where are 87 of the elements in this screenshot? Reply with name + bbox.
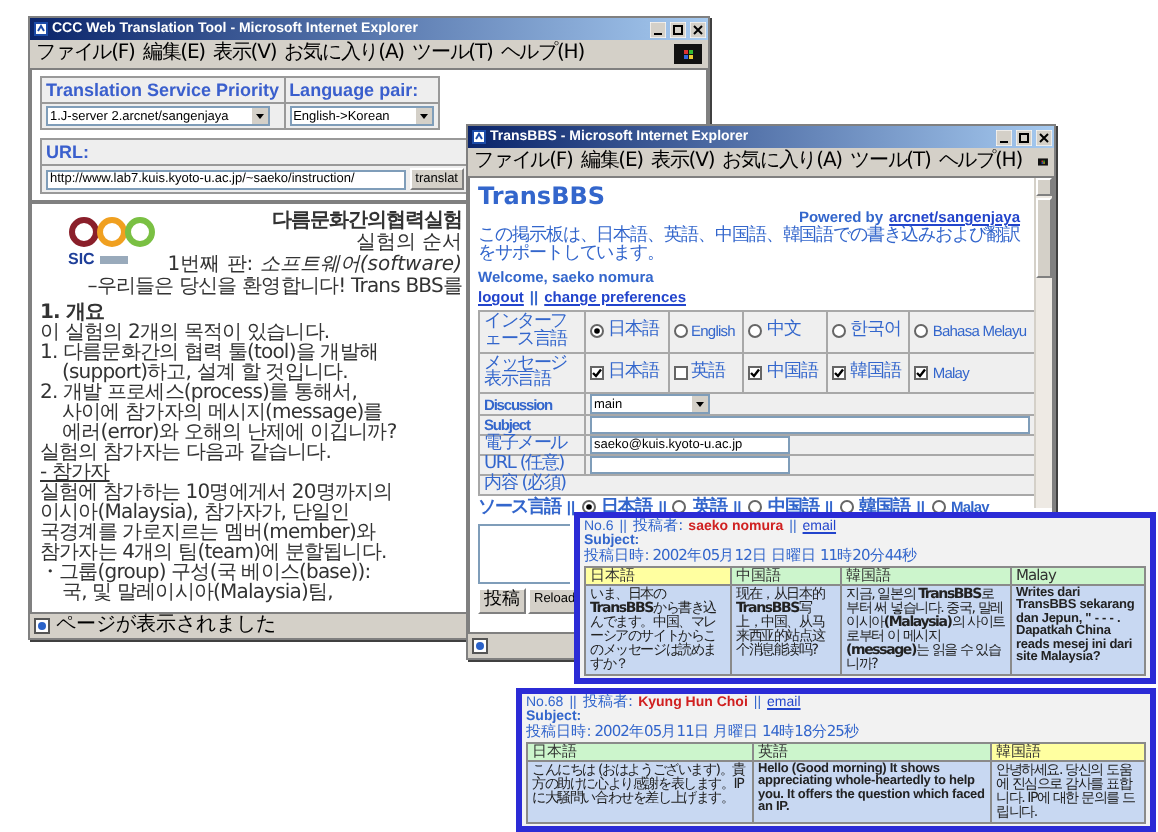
menu-item[interactable]: お気に入り(A) [722, 152, 842, 172]
page-loaded-icon [34, 618, 50, 634]
field-label: URL (任意) [484, 456, 564, 475]
option-label[interactable]: 한국어 [849, 322, 901, 341]
rings-logo [68, 216, 156, 248]
logo-bar-icon [100, 255, 129, 263]
menu-item[interactable]: 表示(V) [650, 152, 715, 172]
paragraph-line: 1. 다름문화간의 협력 툴(tool)을 개발해 [40, 344, 380, 364]
message-field[interactable] [478, 523, 570, 584]
menu-item[interactable]: 表示(V) [212, 44, 277, 64]
field-label: URL: [42, 140, 468, 164]
close-button[interactable] [690, 21, 706, 37]
menu-item[interactable]: ツール(T) [411, 44, 493, 64]
menu-item[interactable]: 編集(E) [142, 44, 205, 64]
option-label[interactable]: 英語 [691, 363, 726, 382]
option-label[interactable]: 中文 [766, 322, 801, 341]
paragraph-line: - 참가자 [40, 464, 110, 484]
option-label[interactable]: 日本語 [608, 363, 660, 382]
radio-button[interactable] [672, 499, 687, 514]
paragraph-line: 2. 개발 프로세스(process)를 통해서, [40, 384, 357, 404]
paragraph-line: 이시아(Malaysia), 참가자가, 단일인 [40, 504, 350, 524]
maximize-button[interactable] [670, 21, 686, 37]
checkbox[interactable] [748, 365, 763, 380]
field-label: 内容 (必須) [484, 476, 566, 494]
radio-button[interactable] [590, 324, 604, 339]
minimize-button[interactable] [650, 21, 666, 37]
paragraph-line: 사이에 참가자의 메시지(message)를 [60, 404, 383, 424]
paragraph-line: 실험에 참가하는 10명에게서 20명까지의 [40, 484, 395, 504]
checkbox[interactable] [673, 365, 687, 380]
checkbox[interactable] [590, 365, 604, 380]
paragraph-line: 참가자는 4개의 팀(team)에 분할됩니다. [40, 544, 389, 564]
page-icon [34, 22, 48, 36]
paragraph-line: (support)하고, 설계 할 것입니다. [60, 364, 348, 384]
paragraph-line: 실험의 참가자는 다음과 같습니다. [40, 444, 334, 464]
radio-button[interactable] [581, 499, 596, 514]
text-field[interactable] [590, 456, 790, 475]
paragraph-line: 국, 및 말레이시아(Malaysia)팀, [62, 584, 335, 604]
checkbox[interactable] [914, 365, 929, 380]
document-subtitle: 1번째 판: 소프트웨어(software) [167, 256, 462, 276]
field-label: Translation Service Priority [42, 78, 284, 102]
menu-item[interactable]: ファイル(F) [474, 152, 573, 172]
form-button[interactable]: 投稿 [478, 587, 526, 614]
source-language-label: ソース言語 [478, 498, 561, 516]
option-label[interactable]: 日本語 [608, 322, 660, 341]
menu-item[interactable]: ヘルプ(H) [500, 44, 585, 64]
setting-label: メッセージ表示言語 [484, 355, 569, 391]
paragraph-line: 에러(error)와 오해의 난제에 이깁니까? [62, 424, 399, 444]
page-loaded-icon [472, 638, 488, 654]
throbber-icon [674, 44, 702, 64]
menu-item[interactable]: ヘルプ(H) [938, 152, 1023, 172]
scrollbar[interactable] [1034, 178, 1052, 508]
document-subtitle: 실험의 순서 [355, 234, 462, 254]
menu-item[interactable]: ファイル(F) [36, 44, 135, 64]
menu-item[interactable]: ツール(T) [849, 152, 931, 172]
option-label[interactable]: 中国語 [766, 363, 818, 382]
site-title: TransBBS [478, 184, 608, 208]
radio-button[interactable] [914, 324, 929, 339]
radio-button[interactable] [931, 499, 945, 514]
caret-icon [415, 108, 432, 124]
setting-label: インターフェース言語 [484, 313, 570, 349]
paragraph-line: –우리들은 당신을 환영합니다! Trans BBS를 [85, 278, 462, 298]
paragraph-line: 국경계를 가로지르는 멤버(member)와 [40, 524, 376, 544]
caret-icon [692, 396, 708, 413]
paragraph-line: 이 실험의 2개의 목적이 있습니다. [40, 324, 330, 344]
section-heading: 1. 개요 [40, 304, 105, 324]
option-label[interactable]: 韓国語 [849, 363, 901, 382]
status-text: ページが表示されました [56, 616, 276, 636]
minimize-button[interactable] [996, 129, 1012, 145]
menu-item[interactable]: 編集(E) [580, 152, 643, 172]
throbber-icon [1038, 152, 1048, 172]
radio-button[interactable] [748, 324, 763, 339]
caret-icon [252, 108, 268, 124]
menu-item[interactable]: お気に入り(A) [284, 44, 404, 64]
radio-button[interactable] [673, 324, 687, 339]
intro-text: この掲示板は、日本語、英語、中国語、韓国語での書き込みおよび翻訳をサポートしています。 [478, 228, 1020, 266]
field-label: Language pair: [285, 78, 438, 102]
radio-button[interactable] [747, 499, 762, 514]
field-label: 電子メール [484, 436, 567, 455]
checkbox[interactable] [831, 365, 846, 380]
page-icon [472, 130, 486, 144]
maximize-button[interactable] [1016, 129, 1032, 145]
close-button[interactable] [1036, 129, 1052, 145]
radio-button[interactable] [839, 499, 854, 514]
radio-button[interactable] [831, 324, 846, 339]
document-title: 다름문화간의협력실험 [272, 212, 462, 232]
logo-text: SIC [68, 250, 95, 268]
paragraph-line: ・그룹(group) 구성(국 베이스(base)): [40, 564, 373, 584]
